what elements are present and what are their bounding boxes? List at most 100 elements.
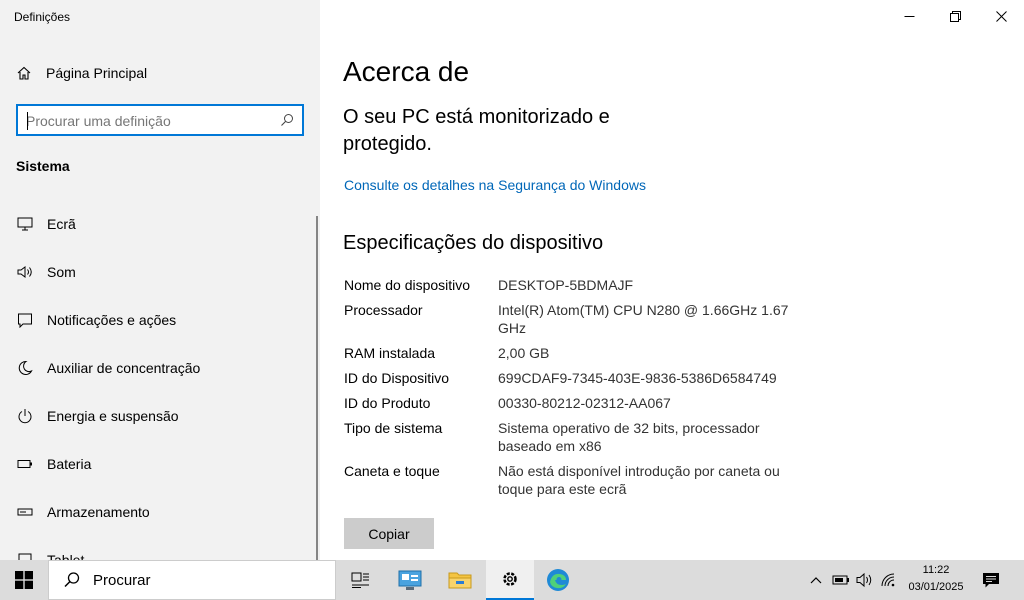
home-label: Página Principal	[46, 65, 148, 81]
app-title: Definições	[14, 10, 71, 24]
network-button[interactable]	[878, 560, 900, 600]
protection-status-text: O seu PC está monitorizado e protegido.	[343, 106, 610, 155]
spec-row: Processador Intel(R) Atom(TM) CPU N280 @…	[344, 301, 804, 337]
restore-icon	[949, 10, 961, 22]
storage-icon	[16, 503, 34, 521]
settings-search-input[interactable]	[26, 111, 276, 131]
sidebar-item-label: Ecrã	[47, 216, 76, 232]
settings-search-box[interactable]	[16, 104, 304, 136]
spec-row: RAM instalada 2,00 GB	[344, 344, 804, 362]
spec-row: Nome do dispositivo DESKTOP-5BDMAJF	[344, 276, 804, 294]
chevron-up-icon	[810, 577, 822, 584]
sidebar-item-label: Auxiliar de concentração	[47, 360, 201, 376]
speaker-icon	[856, 572, 872, 588]
spec-key: RAM instalada	[344, 345, 436, 361]
copy-button[interactable]: Copiar	[344, 518, 434, 549]
close-icon	[995, 10, 1007, 22]
sidebar-item-battery[interactable]: Bateria	[0, 440, 316, 488]
spec-key: ID do Produto	[344, 395, 431, 411]
text-caret	[27, 112, 28, 130]
search-icon[interactable]	[280, 113, 294, 127]
main-content: Acerca de O seu PC está monitorizado e p…	[320, 0, 1024, 560]
device-specs-table: Nome do dispositivo DESKTOP-5BDMAJF Proc…	[344, 276, 804, 505]
wifi-icon	[881, 573, 895, 587]
speaker-icon	[16, 263, 34, 281]
start-button[interactable]	[0, 560, 48, 600]
sidebar-item-storage[interactable]: Armazenamento	[0, 488, 316, 536]
clock-date: 03/01/2025	[908, 581, 964, 593]
home-icon	[17, 66, 31, 80]
taskbar-app-file-explorer[interactable]	[436, 560, 484, 600]
spec-row: ID do Dispositivo 699CDAF9-7345-403E-983…	[344, 369, 804, 387]
sidebar-item-label: Energia e suspensão	[47, 408, 179, 424]
device-specs-heading: Especificações do dispositivo	[343, 232, 604, 254]
sidebar-item-label: Notificações e ações	[47, 312, 177, 328]
spec-value: 2,00 GB	[498, 345, 550, 361]
sidebar-item-focus-assist[interactable]: Auxiliar de concentração	[0, 344, 316, 392]
task-view-button[interactable]	[336, 560, 384, 600]
windows-logo-icon	[15, 571, 33, 589]
restore-button[interactable]	[932, 0, 978, 32]
notification-icon	[16, 311, 34, 329]
sidebar-item-label: Bateria	[47, 456, 92, 472]
close-button[interactable]	[978, 0, 1024, 32]
taskbar-search-box[interactable]: Procurar	[48, 560, 336, 600]
sidebar-item-sound[interactable]: Som	[0, 248, 316, 296]
moon-icon	[16, 359, 34, 377]
spec-value: 699CDAF9-7345-403E-9836-5386D6584749	[498, 370, 777, 386]
notification-icon	[983, 572, 999, 587]
sidebar-item-display[interactable]: Ecrã	[0, 200, 316, 248]
monitor-icon	[16, 215, 34, 233]
clock-time: 11:22	[922, 564, 950, 576]
search-icon	[64, 572, 80, 588]
settings-sidebar: Definições Página Principal Sistema Ecrã…	[0, 0, 320, 560]
taskbar-app-settings[interactable]	[486, 560, 534, 600]
sidebar-item-label: Som	[47, 264, 76, 280]
spec-key: Caneta e toque	[344, 463, 440, 479]
sidebar-item-notifications[interactable]: Notificações e ações	[0, 296, 316, 344]
action-center-button[interactable]	[978, 560, 1004, 600]
spec-value: Não está disponível introdução por canet…	[498, 463, 780, 497]
show-hidden-icons-button[interactable]	[806, 560, 826, 600]
spec-row: ID do Produto 00330-80212-02312-AA067	[344, 394, 804, 412]
sidebar-item-label: Armazenamento	[47, 504, 150, 520]
taskbar-app-edge[interactable]	[534, 560, 582, 600]
sidebar-scrollbar[interactable]	[316, 216, 318, 560]
spec-value: Intel(R) Atom(TM) CPU N280 @ 1.66GHz 1.6…	[498, 302, 789, 336]
edge-browser-icon	[547, 569, 569, 591]
volume-button[interactable]	[854, 560, 876, 600]
spec-value: DESKTOP-5BDMAJF	[498, 277, 634, 293]
control-panel-icon	[398, 570, 422, 590]
taskbar-clock[interactable]: 11:22 03/01/2025	[900, 562, 972, 596]
folder-icon	[448, 572, 472, 589]
sidebar-nav: Ecrã Som Notificações e ações Auxiliar d…	[0, 200, 316, 560]
spec-key: Nome do dispositivo	[344, 277, 471, 293]
minimize-button[interactable]	[886, 0, 932, 32]
gear-icon	[503, 572, 517, 586]
window-controls	[886, 0, 1024, 32]
battery-icon	[832, 575, 849, 585]
task-view-icon	[351, 572, 369, 588]
section-heading: Sistema	[16, 158, 70, 174]
sidebar-item-label: Tablet	[47, 552, 85, 560]
spec-value: 00330-80212-02312-AA067	[498, 395, 671, 411]
spec-row: Caneta e toque Não está disponível intro…	[344, 462, 804, 498]
spec-key: Processador	[344, 302, 423, 318]
sidebar-item-power-sleep[interactable]: Energia e suspensão	[0, 392, 316, 440]
sidebar-item-tablet[interactable]: Tablet	[0, 536, 316, 560]
spec-key: Tipo de sistema	[344, 420, 443, 436]
windows-security-link[interactable]: Consulte os detalhes na Segurança do Win…	[344, 177, 646, 193]
tablet-icon	[16, 551, 34, 560]
page-title: Acerca de	[343, 56, 470, 87]
battery-icon	[16, 455, 34, 473]
taskbar-app-control-panel[interactable]	[386, 560, 434, 600]
spec-row: Tipo de sistema Sistema operativo de 32 …	[344, 419, 804, 455]
home-nav-item[interactable]: Página Principal	[16, 62, 147, 84]
taskbar: Procurar 11:22 03/01/2025	[0, 560, 1024, 600]
power-icon	[16, 407, 34, 425]
battery-status-button[interactable]	[830, 560, 852, 600]
minimize-icon	[904, 15, 914, 17]
taskbar-search-label: Procurar	[93, 571, 151, 589]
spec-value: Sistema operativo de 32 bits, processado…	[498, 420, 760, 454]
spec-key: ID do Dispositivo	[344, 370, 450, 386]
